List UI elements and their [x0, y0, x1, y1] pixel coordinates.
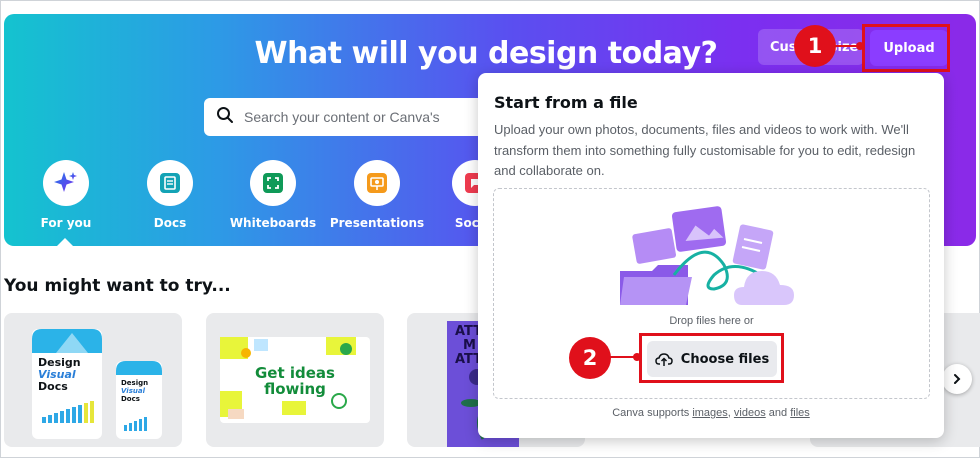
category-label: Presentations	[329, 216, 425, 230]
annotation-connector	[609, 353, 641, 361]
supported-formats-text: Canva supports images, videos and files	[612, 407, 810, 419]
choose-files-highlight-box	[639, 333, 784, 383]
selected-caret	[57, 238, 73, 246]
search-box[interactable]	[204, 98, 494, 136]
category-label: Docs	[153, 216, 187, 230]
videos-link[interactable]: videos	[734, 407, 766, 419]
category-docs[interactable]: Docs	[120, 160, 220, 230]
docs-template-thumbnail	[32, 329, 162, 439]
images-link[interactable]: images	[692, 407, 727, 419]
card-heading: Get ideas flowing	[255, 364, 335, 398]
card-heading-small: Design Visual Docs	[121, 379, 149, 403]
category-label: Whiteboards	[229, 216, 317, 230]
template-card-whiteboard[interactable]: Get ideas flowing	[206, 313, 384, 447]
drop-text: Drop files here or	[669, 315, 754, 327]
section-title: You might want to try...	[4, 276, 231, 296]
carousel-next-button[interactable]	[942, 364, 972, 394]
annotation-connector	[832, 42, 864, 50]
sparkle-icon	[54, 172, 77, 192]
search-icon	[216, 106, 234, 129]
presentation-icon	[367, 173, 387, 193]
category-for-you[interactable]: For you	[16, 160, 116, 230]
category-whiteboards[interactable]: Whiteboards	[223, 160, 323, 230]
whiteboard-icon	[263, 173, 283, 193]
card-heading: Design Visual Docs	[38, 356, 81, 393]
doc-icon	[160, 173, 180, 193]
annotation-marker-1: 1	[794, 25, 836, 67]
chevron-right-icon	[954, 374, 961, 384]
files-link[interactable]: files	[790, 407, 810, 419]
popover-title: Start from a file	[494, 93, 638, 112]
upload-illustration	[620, 206, 794, 305]
category-presentations[interactable]: Presentations	[327, 160, 427, 230]
annotation-marker-2: 2	[569, 337, 611, 379]
upload-highlight-box	[862, 24, 950, 72]
search-input[interactable]	[244, 109, 484, 125]
category-label: For you	[40, 216, 92, 230]
upload-popover: Start from a file Upload your own photos…	[478, 73, 944, 438]
template-card-docs[interactable]: Design Visual Docs Design Visual Docs	[4, 313, 182, 447]
popover-description: Upload your own photos, documents, files…	[494, 122, 916, 178]
